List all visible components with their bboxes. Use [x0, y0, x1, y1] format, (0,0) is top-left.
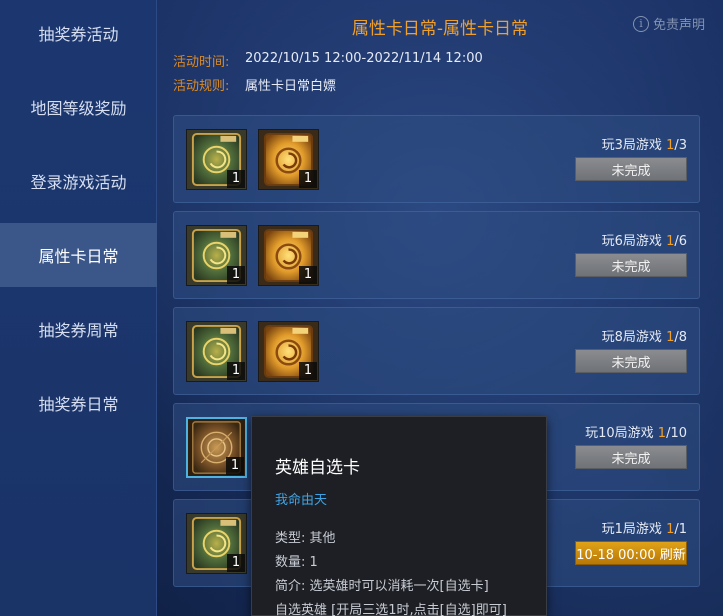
tooltip-title: 英雄自选卡 [275, 458, 360, 478]
task-progress-total: /8 [674, 330, 687, 345]
sidebar-item-lottery-event[interactable]: 抽奖券活动 [0, 1, 157, 65]
task-card: 1 1 玩3局游戏 1/3 未完成 [173, 115, 700, 203]
task-status-button[interactable]: 未完成 [575, 445, 687, 469]
sidebar-item-map-level-reward[interactable]: 地图等级奖励 [0, 75, 157, 139]
task-progress-total: /10 [666, 426, 687, 441]
task-requirement-text: 玩10局游戏 [585, 426, 658, 441]
event-rule-value: 属性卡日常白嫖 [245, 79, 337, 94]
disclaimer-link[interactable]: i 免责声明 [632, 14, 705, 33]
task-status-button[interactable]: 未完成 [575, 157, 687, 181]
task-requirement: 玩3局游戏 1/3 [602, 134, 687, 153]
task-progress-done: 1 [657, 426, 667, 441]
task-requirement-text: 玩3局游戏 [601, 138, 667, 153]
reward-slot[interactable]: 1 [258, 129, 319, 190]
tooltip-subtitle: 我命由天 [275, 493, 328, 508]
task-status-button[interactable]: 未完成 [575, 253, 687, 277]
reward-slot[interactable]: 1 [186, 321, 247, 382]
task-refresh-button[interactable]: 10-18 00:00 刷新 [575, 541, 687, 565]
info-icon: i [632, 15, 649, 32]
event-rule-label: 活动规则: [173, 79, 230, 94]
reward-slot[interactable]: 1 [186, 417, 247, 478]
reward-qty: 1 [227, 362, 245, 380]
task-progress-total: /1 [674, 522, 687, 537]
event-time-label: 活动时间: [173, 55, 230, 70]
reward-slot[interactable]: 1 [258, 321, 319, 382]
sidebar: 抽奖券活动 地图等级奖励 登录游戏活动 属性卡日常 抽奖券周常 抽奖券日常 [0, 0, 157, 616]
sidebar-item-attribute-card-daily[interactable]: 属性卡日常 [0, 223, 157, 287]
disclaimer-label: 免责声明 [652, 18, 705, 33]
task-requirement-text: 玩8局游戏 [601, 330, 667, 345]
task-progress-total: /3 [674, 138, 687, 153]
tooltip-type: 类型: 其他 [275, 531, 336, 546]
tooltip-count: 数量: 1 [275, 555, 318, 570]
reward-slot[interactable]: 1 [186, 513, 247, 574]
task-requirement: 玩6局游戏 1/6 [602, 230, 687, 249]
reward-qty: 1 [226, 457, 244, 475]
reward-qty: 1 [299, 266, 317, 284]
item-tooltip: 英雄自选卡 我命由天 类型: 其他 数量: 1 简介: 选英雄时可以消耗一次[自… [251, 416, 547, 616]
task-card: 1 1 玩8局游戏 1/8 未完成 [173, 307, 700, 395]
reward-qty: 1 [227, 554, 245, 572]
reward-slot[interactable]: 1 [258, 225, 319, 286]
event-time-row: 活动时间: 2022/10/15 12:00-2022/11/14 12:00 [173, 51, 483, 70]
task-status-button[interactable]: 未完成 [575, 349, 687, 373]
sidebar-item-lottery-daily[interactable]: 抽奖券日常 [0, 371, 157, 435]
reward-slot[interactable]: 1 [186, 129, 247, 190]
task-requirement: 玩10局游戏 1/10 [585, 422, 687, 441]
reward-slot[interactable]: 1 [186, 225, 247, 286]
sidebar-item-login-event[interactable]: 登录游戏活动 [0, 149, 157, 213]
reward-qty: 1 [299, 362, 317, 380]
task-requirement-text: 玩1局游戏 [601, 522, 667, 537]
tooltip-description: 简介: 选英雄时可以消耗一次[自选卡] [275, 579, 489, 594]
reward-qty: 1 [227, 266, 245, 284]
tooltip-description-2: 自选英雄 [开局三选1时,点击[自选]即可] [275, 603, 507, 616]
reward-qty: 1 [227, 170, 245, 188]
event-time-value: 2022/10/15 12:00-2022/11/14 12:00 [245, 51, 483, 66]
task-card: 1 1 玩6局游戏 1/6 未完成 [173, 211, 700, 299]
reward-qty: 1 [299, 170, 317, 188]
sidebar-item-lottery-weekly[interactable]: 抽奖券周常 [0, 297, 157, 361]
task-requirement-text: 玩6局游戏 [601, 234, 667, 249]
task-requirement: 玩1局游戏 1/1 [602, 518, 687, 537]
task-requirement: 玩8局游戏 1/8 [602, 326, 687, 345]
event-rule-row: 活动规则: 属性卡日常白嫖 [173, 75, 336, 94]
task-progress-total: /6 [674, 234, 687, 249]
